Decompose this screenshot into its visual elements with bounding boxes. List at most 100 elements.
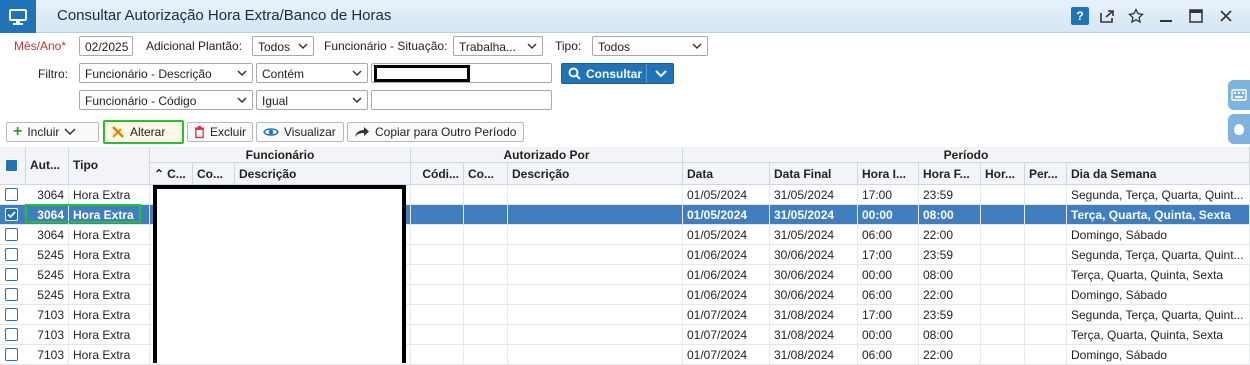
incluir-button[interactable]: + Incluir [6,122,99,142]
minimize-icon[interactable] [1157,7,1175,25]
col-func-co[interactable]: Co... [193,163,235,185]
cell-aut: 5245 [26,245,69,265]
cell-aut: 7103 [26,325,69,345]
mes-ano-input[interactable]: 02/2025 [79,36,133,56]
col-aut-codi[interactable]: Códi... [411,163,464,185]
cell-tipo: Hora Extra [69,185,150,205]
cell-empty [981,285,1025,305]
maximize-icon[interactable] [1187,7,1205,25]
row-checkbox[interactable] [5,268,18,281]
help-button[interactable]: ? [1071,7,1089,25]
cell-hora-i: 00:00 [858,325,919,345]
cell-aut: 7103 [26,345,69,365]
cell-empty [411,265,464,285]
search-icon [568,67,581,80]
cell-empty [1025,265,1067,285]
col-data[interactable]: Data [683,163,770,185]
col-dia-semana[interactable]: Dia da Semana [1067,163,1250,185]
funcionario-situacao-label: Funcionário - Situação: [324,39,448,53]
filtro2-field-select[interactable]: Funcionário - Código [79,90,253,110]
filtro1-operator-select[interactable]: Contém [256,63,368,83]
cell-dia: Terça, Quarta, Quinta, Sexta [1067,205,1250,225]
consultar-dropdown[interactable] [646,64,674,83]
cell-empty [464,225,508,245]
chevron-down-icon [527,43,537,50]
share-icon[interactable] [1098,7,1116,25]
row-checkbox[interactable] [5,308,18,321]
col-func-desc[interactable]: Descrição [235,163,411,185]
chevron-down-icon [352,70,362,77]
cell-empty [981,305,1025,325]
filtro1-field-select[interactable]: Funcionário - Descrição [79,63,253,83]
cell-hora-f: 08:00 [919,265,981,285]
cell-data-final: 31/05/2024 [770,205,858,225]
cell-empty [508,285,683,305]
alterar-button[interactable]: Alterar [103,120,184,144]
cell-dia: Segunda, Terça, Quarta, Quint... [1067,185,1250,205]
row-checkbox[interactable] [5,248,18,261]
row-checkbox[interactable] [5,228,18,241]
cell-data: 01/07/2024 [683,325,770,345]
cell-empty [411,225,464,245]
cell-hora-f: 22:00 [919,345,981,365]
col-hora-i[interactable]: Hora I... [858,163,919,185]
col-func-c-label: C... [167,167,186,181]
group-autorizado-por: Autorizado Por [411,147,683,163]
col-tipo[interactable]: Tipo [69,147,150,185]
alterar-label: Alterar [130,125,166,139]
cell-hora-f: 08:00 [919,325,981,345]
filtro1-field-value: Funcionário - Descrição [85,67,212,81]
col-aut[interactable]: Aut... [26,147,69,185]
row-checkbox[interactable] [5,328,18,341]
excluir-button[interactable]: Excluir [187,122,253,142]
keyboard-icon[interactable] [1228,80,1250,110]
visualizar-button[interactable]: Visualizar [256,122,344,142]
row-checkbox[interactable] [5,288,18,301]
select-all-checkbox[interactable] [5,159,18,172]
cell-hora-i: 17:00 [858,305,919,325]
sign-language-icon[interactable] [1228,114,1250,144]
consultar-main[interactable]: Consultar [562,64,646,83]
col-aut-desc[interactable]: Descrição [508,163,683,185]
cell-empty [411,325,464,345]
col-func-c[interactable]: ⌃ C... [150,163,193,185]
cell-aut: 3064 [26,185,69,205]
copiar-button[interactable]: Copiar para Outro Período [347,122,524,142]
funcionario-situacao-select[interactable]: Trabalha... [453,36,543,56]
col-hor[interactable]: Hor... [981,163,1025,185]
plus-icon: + [13,123,23,140]
col-per[interactable]: Per... [1025,163,1067,185]
row-checkbox[interactable] [5,348,18,361]
cell-data-final: 31/05/2024 [770,225,858,245]
filtro2-operator-select[interactable]: Igual [256,90,368,110]
cell-empty [508,305,683,325]
consultar-button[interactable]: Consultar [561,63,674,84]
chevron-down-icon [692,43,702,50]
cell-hora-i: 06:00 [858,285,919,305]
cell-dia: Terça, Quarta, Quinta, Sexta [1067,325,1250,345]
cell-data: 01/07/2024 [683,305,770,325]
group-funcionario: Funcionário [150,147,411,163]
eye-icon [263,128,279,136]
check-icon [7,211,16,219]
col-data-final[interactable]: Data Final [770,163,858,185]
cell-empty [1025,185,1067,205]
cell-empty [464,245,508,265]
cell-empty [1025,225,1067,245]
cell-empty [411,245,464,265]
adicional-plantao-select[interactable]: Todos [252,36,314,56]
col-aut-co[interactable]: Co... [464,163,508,185]
row-checkbox[interactable] [5,208,18,221]
cell-data-final: 31/05/2024 [770,185,858,205]
star-icon[interactable] [1127,7,1145,25]
cell-aut: 5245 [26,285,69,305]
close-icon[interactable] [1217,7,1235,25]
cell-hora-f: 22:00 [919,285,981,305]
col-hora-f[interactable]: Hora F... [919,163,981,185]
chevron-down-icon [298,43,308,50]
filtro2-value-input[interactable] [371,90,552,110]
tipo-select[interactable]: Todos [592,36,708,56]
adicional-plantao-value: Todos [258,40,291,54]
cell-empty [508,325,683,345]
row-checkbox[interactable] [5,188,18,201]
